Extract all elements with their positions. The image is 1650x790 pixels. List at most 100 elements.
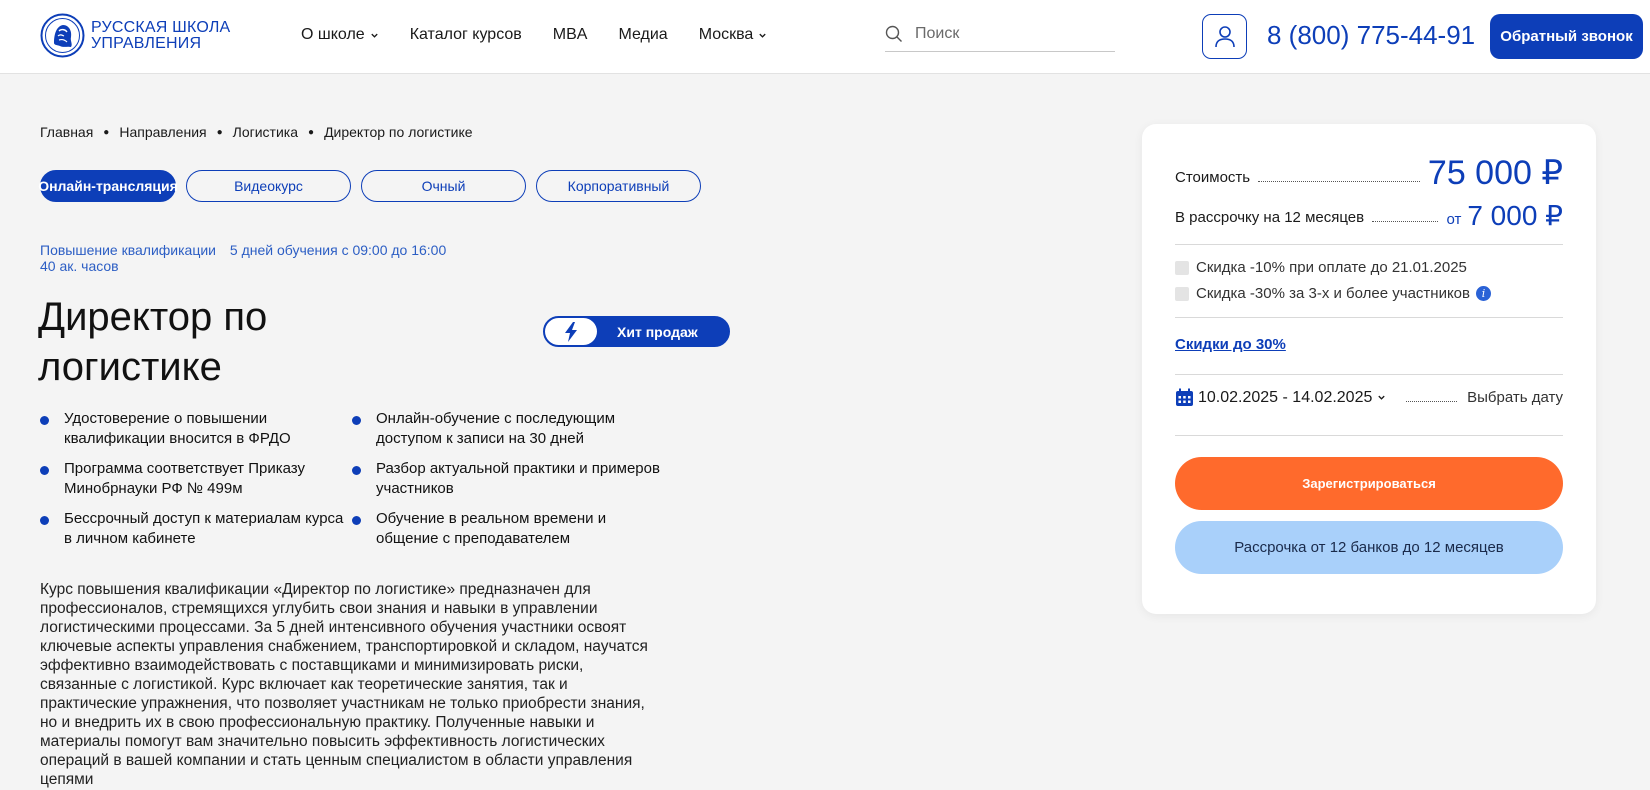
- calendar-icon: [1176, 388, 1193, 406]
- course-features: Удостоверение о повышении квалификации в…: [40, 409, 680, 549]
- lightning-icon: [565, 321, 577, 342]
- bolt-badge-wrap: [545, 318, 597, 345]
- bullet-icon: [40, 416, 49, 425]
- search-input[interactable]: [915, 24, 1095, 43]
- bullet-icon: [352, 416, 361, 425]
- info-icon[interactable]: i: [1476, 286, 1491, 301]
- nav-item-label: Каталог курсов: [409, 26, 522, 43]
- register-button[interactable]: Зарегистрироваться: [1175, 457, 1563, 510]
- feature-item: Удостоверение о повышении квалификации в…: [40, 409, 352, 449]
- feature-text: Удостоверение о повышении квалификации в…: [64, 410, 291, 447]
- tab-in-person[interactable]: Очный: [361, 170, 526, 202]
- search-box: [885, 16, 1115, 52]
- discount-group-label: Скидка -30% за 3-х и более участников: [1196, 285, 1470, 302]
- user-account-button[interactable]: [1202, 14, 1247, 59]
- callback-button[interactable]: Обратный звонок: [1490, 14, 1643, 59]
- breadcrumb: Главная ● Направления ● Логистика ● Дире…: [40, 124, 473, 140]
- date-range-value: 10.02.2025 - 14.02.2025: [1198, 388, 1373, 406]
- checkbox-box[interactable]: [1175, 286, 1189, 301]
- feature-text: Программа соответствует Приказу Минобрна…: [64, 460, 305, 497]
- feature-item: Онлайн-обучение с последующим доступом к…: [352, 409, 664, 449]
- chevron-down-icon: [371, 33, 378, 38]
- bullet-icon: [40, 516, 49, 525]
- nav-item-label: MBA: [552, 26, 588, 43]
- chevron-down-icon: [1378, 395, 1386, 400]
- feature-item: Обучение в реальном времени и общение с …: [352, 509, 664, 549]
- bullet-icon: [40, 466, 49, 475]
- nav-item-mba[interactable]: MBA: [553, 26, 588, 44]
- lion-emblem-icon: [40, 13, 85, 58]
- course-schedule: 5 дней обучения с 09:00 до 16:00: [229, 242, 447, 258]
- bullet-icon: [352, 516, 361, 525]
- bullet-icon: [352, 466, 361, 475]
- logo-text: РУССКАЯ ШКОЛА УПРАВЛЕНИЯ: [91, 18, 231, 52]
- user-icon: [1214, 25, 1235, 47]
- dotted-leader: [1372, 221, 1439, 222]
- installment-label: В рассрочку на 12 месяцев: [1175, 209, 1365, 226]
- nav-item-media[interactable]: Медиа: [618, 26, 667, 44]
- breadcrumb-separator: ●: [216, 126, 223, 138]
- feature-text: Разбор актуальной практики и примеров уч…: [376, 460, 660, 497]
- discounts-link[interactable]: Скидки до 30%: [1175, 336, 1286, 353]
- tab-video-course[interactable]: Видеокурс: [186, 170, 351, 202]
- divider: [1175, 374, 1563, 375]
- dotted-leader: [1258, 181, 1420, 182]
- bestseller-badge: Хит продаж: [543, 316, 730, 347]
- breadcrumb-logistics[interactable]: Логистика: [233, 124, 298, 140]
- nav-item-label: О школе: [301, 26, 365, 43]
- feature-text: Онлайн-обучение с последующим доступом к…: [376, 410, 616, 447]
- course-type: Повышение квалификации: [40, 242, 216, 258]
- site-header: РУССКАЯ ШКОЛА УПРАВЛЕНИЯ О школе Каталог…: [0, 0, 1650, 74]
- pick-date-link[interactable]: Выбрать дату: [1467, 389, 1563, 406]
- divider: [1175, 317, 1563, 318]
- discount-early-label: Скидка -10% при оплате до 21.01.2025: [1196, 259, 1467, 276]
- feature-text: Обучение в реальном времени и общение с …: [376, 510, 607, 547]
- installment-value: 7 000 ₽: [1467, 200, 1563, 231]
- feature-item: Разбор актуальной практики и примеров уч…: [352, 459, 664, 499]
- breadcrumb-home[interactable]: Главная: [40, 124, 93, 140]
- feature-text: Бессрочный доступ к материалам курса в л…: [64, 510, 344, 547]
- logo-line-1: РУССКАЯ ШКОЛА: [91, 18, 231, 36]
- nav-item-label: Москва: [698, 26, 754, 43]
- format-tabs: Онлайн-трансляция Видеокурс Очный Корпор…: [38, 170, 711, 202]
- divider: [1175, 435, 1563, 436]
- feature-item: Бессрочный доступ к материалам курса в л…: [40, 509, 352, 549]
- installment-from: от: [1446, 211, 1462, 228]
- cost-label: Стоимость: [1175, 169, 1251, 186]
- course-hours: 40 ак. часов: [40, 258, 119, 274]
- bestseller-label: Хит продаж: [617, 323, 698, 340]
- school-logo[interactable]: РУССКАЯ ШКОЛА УПРАВЛЕНИЯ: [40, 13, 230, 58]
- breadcrumb-separator: ●: [308, 126, 315, 138]
- chevron-down-icon: [759, 33, 766, 38]
- course-meta-row: Повышение квалификации 5 дней обучения с…: [40, 242, 456, 258]
- tab-online-broadcast[interactable]: Онлайн-трансляция: [38, 170, 178, 202]
- installment-button[interactable]: Рассрочка от 12 банков до 12 месяцев: [1175, 521, 1563, 574]
- nav-item-label: Медиа: [618, 26, 668, 43]
- logo-line-2: УПРАВЛЕНИЯ: [91, 34, 202, 52]
- dotted-leader: [1406, 401, 1458, 402]
- course-description: Курс повышения квалификации «Директор по…: [40, 581, 648, 788]
- discount-early-checkbox[interactable]: Скидка -10% при оплате до 21.01.2025: [1175, 259, 1467, 276]
- breadcrumb-directions[interactable]: Направления: [119, 124, 206, 140]
- breadcrumb-separator: ●: [103, 126, 110, 138]
- installment-row: В рассрочку на 12 месяцев от 7 000 ₽: [1175, 202, 1563, 230]
- tab-corporate[interactable]: Корпоративный: [536, 170, 701, 202]
- course-meta: Повышение квалификации 5 дней обучения с…: [40, 242, 456, 274]
- search-icon: [885, 25, 902, 42]
- cost-value: 75 000 ₽: [1427, 154, 1563, 192]
- nav-item-city[interactable]: Москва: [699, 26, 768, 44]
- divider: [1175, 244, 1563, 245]
- main-nav: О школе Каталог курсов MBA Медиа Москва: [301, 26, 798, 44]
- breadcrumb-current: Директор по логистике: [324, 124, 473, 140]
- page-title: Директор по логистике: [38, 295, 268, 389]
- feature-item: Программа соответствует Приказу Минобрна…: [40, 459, 352, 499]
- checkbox-box[interactable]: [1175, 260, 1189, 275]
- nav-item-catalog[interactable]: Каталог курсов: [410, 26, 522, 44]
- price-card: Стоимость 75 000 ₽ В рассрочку на 12 мес…: [1142, 124, 1596, 614]
- phone-link[interactable]: 8 (800) 775-44-91: [1267, 20, 1475, 51]
- date-selector: 10.02.2025 - 14.02.2025 Выбрать дату: [1175, 388, 1563, 407]
- discount-group-checkbox[interactable]: Скидка -30% за 3-х и более участников i: [1175, 285, 1491, 302]
- date-range-dropdown[interactable]: 10.02.2025 - 14.02.2025: [1198, 389, 1386, 407]
- cost-row: Стоимость 75 000 ₽: [1175, 156, 1563, 190]
- nav-item-about[interactable]: О школе: [301, 26, 379, 44]
